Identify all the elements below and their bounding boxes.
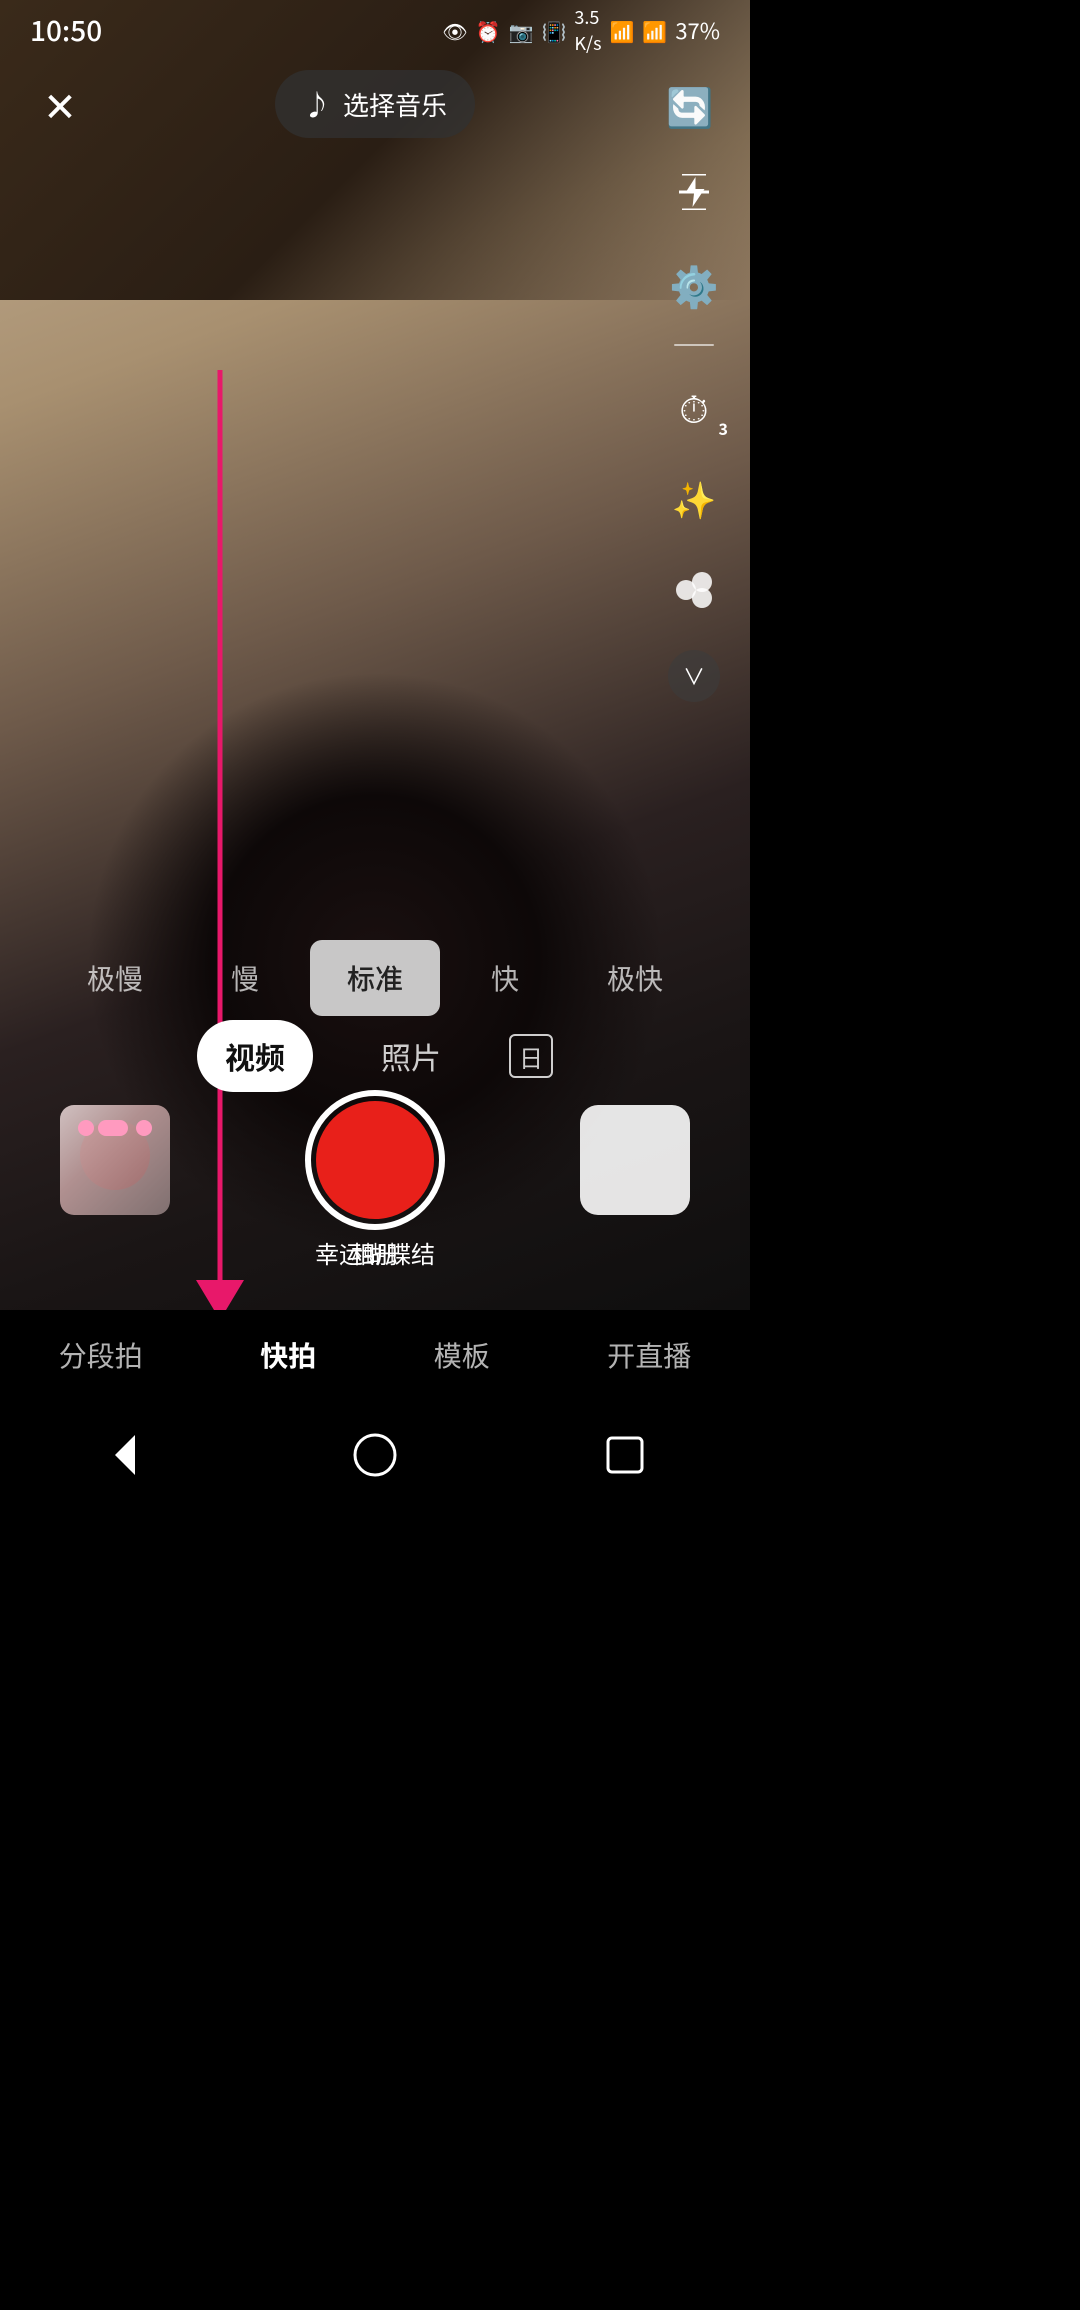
speed-item-极快[interactable]: 极快 — [570, 940, 700, 1016]
speed-item-极慢[interactable]: 极慢 — [50, 940, 180, 1016]
beauty-icon — [672, 568, 716, 612]
effects-icon: ✨ — [672, 472, 717, 524]
speed-icon: 3.5K/s — [574, 4, 601, 56]
close-button[interactable]: ✕ — [30, 74, 90, 134]
status-icons: 👁 ⏰ 📷 📳 3.5K/s 📶 📶 37% — [442, 4, 720, 56]
back-icon — [100, 1430, 150, 1480]
flip-camera-button[interactable]: 🔄 — [660, 74, 720, 134]
bottom-controls: 幸运蝴蝶结 相册 — [0, 1090, 750, 1230]
album-label: 相册 — [351, 1235, 399, 1270]
top-controls: ✕ ♪ 选择音乐 🔄 — [0, 70, 750, 138]
effects-button[interactable]: ✨ — [662, 466, 726, 530]
record-button[interactable] — [305, 1090, 445, 1230]
music-button[interactable]: ♪ 选择音乐 — [275, 70, 475, 138]
music-label: 选择音乐 — [343, 86, 447, 123]
gear-icon: ⚙️ — [669, 255, 719, 313]
speed-item-标准[interactable]: 标准 — [310, 940, 440, 1016]
avatar-image — [60, 1105, 170, 1215]
vibrate-icon: 📳 — [541, 16, 566, 45]
speed-item-快[interactable]: 快 — [440, 940, 570, 1016]
status-time: 10:50 — [30, 10, 102, 50]
recents-icon — [600, 1430, 650, 1480]
music-note-icon: ♪ — [303, 84, 331, 124]
toolbar-item-分段拍[interactable]: 分段拍 — [39, 1325, 163, 1385]
beauty-button[interactable] — [662, 558, 726, 622]
divider — [674, 344, 714, 346]
toolbar-item-开直播[interactable]: 开直播 — [587, 1325, 711, 1385]
home-icon — [350, 1430, 400, 1480]
mode-item-照片[interactable]: 照片 — [353, 1020, 469, 1092]
status-bar: 10:50 👁 ⏰ 📷 📳 3.5K/s 📶 📶 37% — [0, 0, 750, 60]
expand-button[interactable]: ∨ — [668, 650, 720, 702]
toolbar-item-模板[interactable]: 模板 — [414, 1325, 510, 1385]
record-inner-circle — [316, 1101, 434, 1219]
wifi-icon: 📶 — [610, 16, 635, 45]
timer-badge: 3 — [719, 416, 728, 440]
speed-bar: 极慢慢标准快极快 — [0, 940, 750, 1016]
eye-icon: 👁 — [442, 16, 467, 45]
mode-bar: 视频照片日 — [0, 1020, 750, 1092]
timer-icon: ⏱ — [679, 379, 709, 434]
flash-button[interactable] — [662, 160, 726, 224]
refresh-icon: 🔄 — [666, 77, 713, 132]
home-button[interactable] — [335, 1425, 415, 1485]
album-button[interactable] — [580, 1105, 690, 1215]
signal-icon: 📶 — [642, 16, 667, 45]
bottom-toolbar: 分段拍 快拍 模板 开直播 — [0, 1310, 750, 1400]
navigation-bar — [0, 1400, 750, 1510]
chevron-down-icon: ∨ — [683, 660, 705, 692]
mode-item-calendar[interactable]: 日 — [509, 1034, 553, 1078]
speed-item-慢[interactable]: 慢 — [180, 940, 310, 1016]
flash-icon — [676, 174, 712, 210]
camera-icon: 📷 — [509, 16, 534, 45]
toolbar-item-快拍[interactable]: 快拍 — [240, 1325, 336, 1385]
battery-text: 37% — [675, 14, 720, 46]
close-icon: ✕ — [43, 75, 77, 133]
mode-item-视频[interactable]: 视频 — [197, 1020, 313, 1092]
recents-button[interactable] — [585, 1425, 665, 1485]
timer-button[interactable]: ⏱ 3 — [662, 374, 726, 438]
back-button[interactable] — [85, 1425, 165, 1485]
settings-button[interactable]: ⚙️ — [662, 252, 726, 316]
alarm-icon: ⏰ — [476, 16, 501, 45]
right-controls: ⚙️ ⏱ 3 ✨ ∨ — [662, 160, 726, 702]
filter-thumbnail[interactable] — [60, 1105, 170, 1215]
